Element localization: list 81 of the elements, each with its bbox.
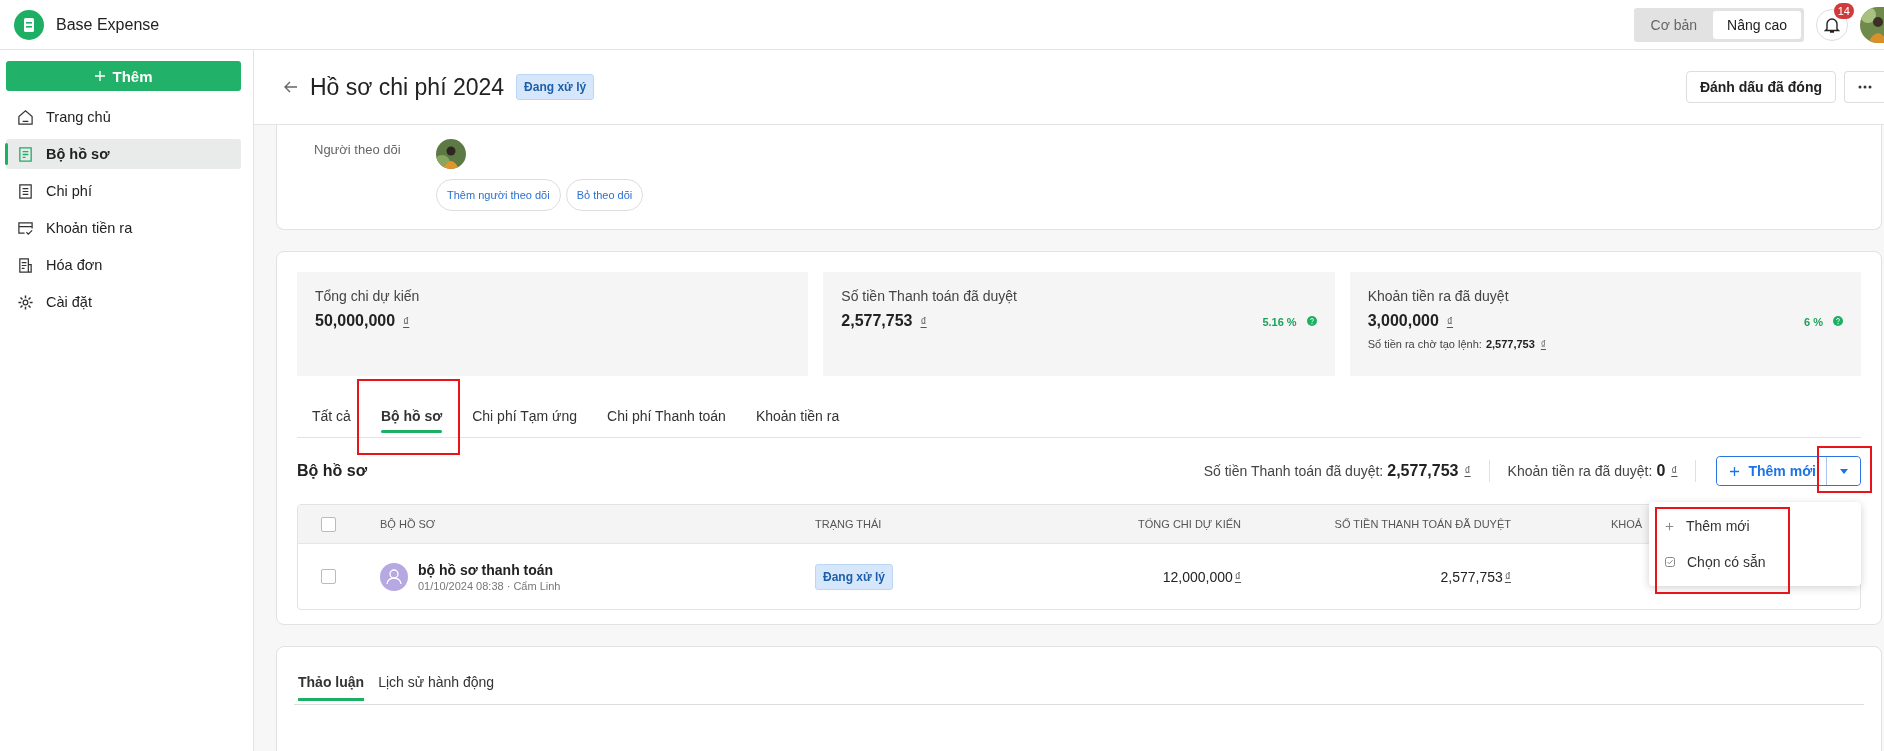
tab[interactable]: Thảo luận: [294, 674, 369, 704]
currency-symbol: ₫: [1504, 569, 1511, 584]
currency-symbol: ₫: [920, 315, 927, 329]
tab[interactable]: Chi phí Tạm ứng: [457, 396, 593, 436]
mark-closed-button[interactable]: Đánh dấu đã đóng: [1685, 71, 1836, 103]
mode-option[interactable]: Nâng cao: [1713, 10, 1801, 39]
caret-icon: [1839, 468, 1848, 474]
currency-symbol: ₫: [1446, 315, 1453, 329]
column-header: TRẠNG THÁI: [815, 518, 882, 530]
more-icon: [1857, 85, 1872, 89]
tab[interactable]: Tất cả: [297, 396, 366, 436]
followers-label: Người theo dõi: [314, 141, 402, 159]
tab[interactable]: Lịch sử hành động: [374, 674, 499, 704]
sidebar-item[interactable]: Hóa đơn: [6, 250, 241, 280]
summary-value: 2,577,753: [1387, 462, 1459, 480]
plus-icon: [1729, 465, 1741, 477]
note-value: 2,577,753: [1485, 338, 1535, 350]
summary-value: 0: [1656, 462, 1666, 480]
stat-value: 2,577,753: [841, 312, 913, 330]
app-name: Base Expense: [56, 15, 160, 34]
currency-symbol: ₫: [1234, 569, 1241, 584]
sidebar-item[interactable]: Khoản tiền ra: [6, 213, 241, 243]
settings-icon: [17, 293, 34, 311]
select-all-checkbox[interactable]: [320, 516, 336, 532]
home-icon: [17, 108, 34, 126]
help-icon: [1306, 316, 1317, 326]
document-icon: [17, 145, 34, 163]
currency-symbol: ₫: [1540, 339, 1546, 350]
summary-label: Số tiền Thanh toán đã duyệt:: [1203, 463, 1384, 479]
follower-button[interactable]: Bỏ theo dõi: [565, 179, 644, 211]
dropdown-button[interactable]: [1826, 457, 1860, 485]
stat-label: Khoản tiền ra đã duyệt: [1367, 288, 1510, 304]
status-badge: Đang xử lý: [815, 563, 894, 590]
table-cell: 12,000,000: [1162, 568, 1233, 585]
sidebar-item[interactable]: Bộ hồ sơ: [6, 139, 241, 169]
bell-icon: [1824, 15, 1840, 34]
tab[interactable]: Khoản tiền ra: [740, 396, 855, 436]
stat-label: Số tiền Thanh toán đã duyệt: [841, 288, 1018, 304]
record-meta: 01/10/2024 08:38 · Cẩm Linh: [418, 579, 561, 592]
stat-value: 50,000,000: [315, 312, 396, 330]
tab[interactable]: Bộ hồ sơ: [365, 396, 458, 436]
more-button[interactable]: [1844, 71, 1884, 103]
tab[interactable]: Chi phí Thanh toán: [592, 396, 741, 436]
currency-symbol: ₫: [1464, 464, 1471, 478]
row-checkbox[interactable]: [320, 569, 336, 584]
logo-icon: [14, 9, 44, 40]
currency-symbol: ₫: [403, 315, 410, 329]
sidebar-item[interactable]: Trang chủ: [6, 102, 241, 132]
user-avatar-icon: [380, 562, 408, 591]
stat-percent: 6 %: [1804, 316, 1823, 328]
checkbox-icon: [1665, 557, 1675, 567]
notification-button[interactable]: [1816, 8, 1848, 41]
column-header: KHOẢ: [1611, 518, 1643, 530]
note-label: Số tiền ra chờ tạo lệnh:: [1367, 338, 1482, 350]
help-icon: [1833, 316, 1843, 326]
page-title: Hồ sơ chi phí 2024: [310, 73, 505, 101]
receipt-icon: [17, 256, 34, 274]
sidebar-item[interactable]: Chi phí: [6, 176, 241, 206]
notification-badge: 14: [1833, 2, 1854, 19]
summary-label: Khoản tiền ra đã duyệt:: [1507, 463, 1653, 479]
sidebar-item[interactable]: Cài đặt: [6, 287, 241, 317]
mode-option[interactable]: Cơ bản: [1636, 10, 1712, 39]
status-badge: Đang xử lý: [516, 74, 595, 100]
stat-label: Tổng chi dự kiến: [315, 288, 421, 304]
record-name[interactable]: bộ hồ sơ thanh toán: [418, 561, 561, 578]
menu-item[interactable]: Chọn có sẵn: [1649, 544, 1861, 580]
column-header: TỔNG CHI DỰ KIẾN: [1138, 518, 1241, 530]
stat-value: 3,000,000: [1367, 312, 1439, 330]
column-header: BỘ HỒ SƠ: [380, 518, 436, 530]
menu-item[interactable]: Thêm mới: [1649, 508, 1861, 544]
column-header: SỐ TIỀN THANH TOÁN ĐÃ DUYỆT: [1334, 518, 1511, 530]
plus-icon: [1665, 521, 1674, 531]
currency-symbol: ₫: [1671, 464, 1678, 478]
back-arrow-icon[interactable]: [284, 81, 298, 93]
stat-percent: 5.16 %: [1262, 316, 1297, 328]
table-cell: 2,577,753: [1440, 568, 1503, 585]
plus-icon: [94, 70, 107, 82]
list-icon: [17, 182, 34, 200]
section-title: Bộ hồ sơ: [297, 462, 368, 480]
card-icon: [17, 219, 34, 237]
follower-button[interactable]: Thêm người theo dõi: [436, 179, 561, 211]
